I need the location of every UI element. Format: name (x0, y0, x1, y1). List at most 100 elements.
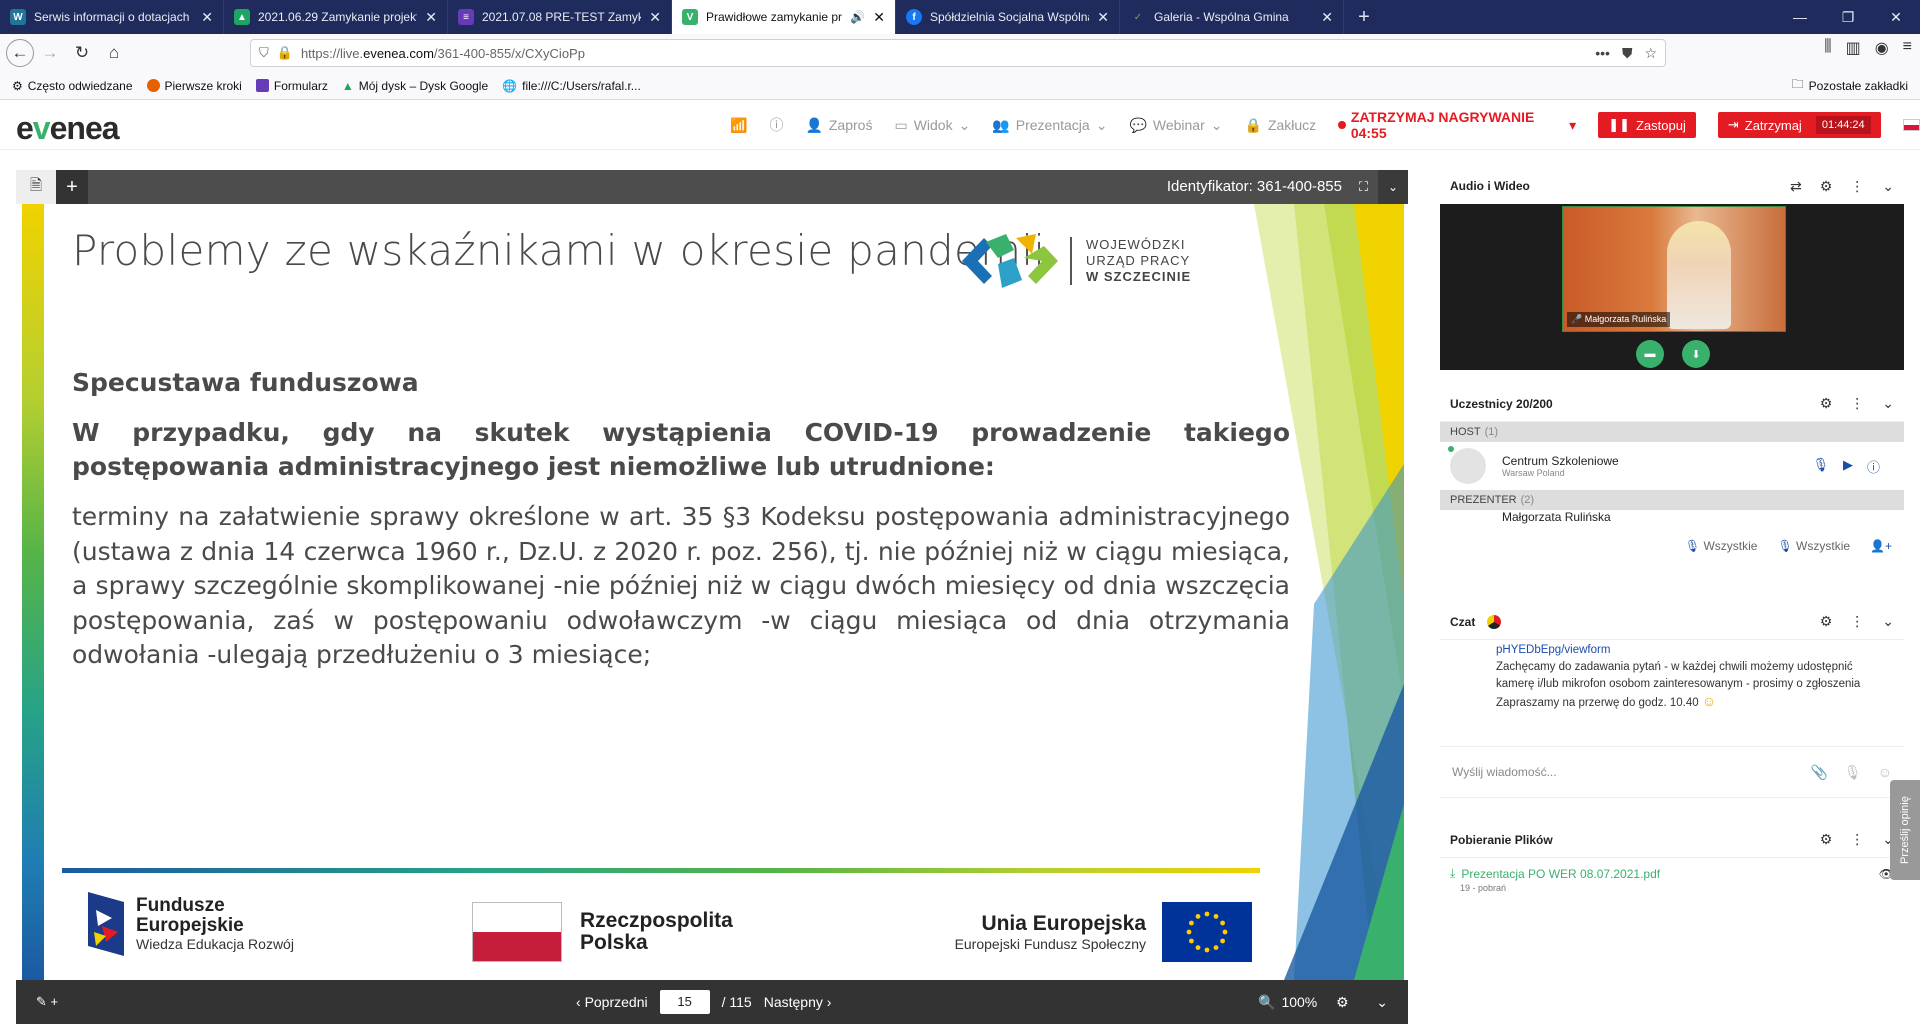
close-icon[interactable]: ✕ (873, 9, 885, 26)
more-vert-icon[interactable]: ⋮ (1850, 178, 1864, 195)
library-icon[interactable]: ⫼ (1824, 38, 1831, 58)
presentation-menu[interactable]: 👥 Prezentacja ⌄ (992, 117, 1107, 134)
bookmark-item[interactable]: ⚙ Często odwiedzane (12, 79, 133, 93)
minimize-icon[interactable]: — (1776, 0, 1824, 34)
lock-icon[interactable]: 🔒 (277, 45, 293, 61)
browser-tab[interactable]: W Serwis informacji o dotacjach u ✕ (0, 0, 224, 34)
info-icon[interactable]: ⓘ (1867, 457, 1880, 476)
browser-tab[interactable]: ≡2021.07.08 PRE-TEST Zamykani✕ (448, 0, 672, 34)
forward-button[interactable]: → (34, 38, 66, 68)
gear-icon[interactable]: ⚙ (1820, 178, 1833, 195)
gear-icon[interactable]: ⚙ (1820, 613, 1833, 630)
close-icon[interactable]: ✕ (201, 9, 213, 26)
more-icon[interactable]: ••• (1595, 45, 1610, 62)
close-icon[interactable]: ✕ (1321, 9, 1333, 26)
camera-all-button[interactable]: 🎙 Wszystkie (1777, 539, 1850, 553)
bookmark-item[interactable]: Formularz (255, 79, 328, 93)
document-tab[interactable]: 🗎 (16, 170, 56, 204)
menu-icon[interactable]: ≡ (1903, 38, 1912, 58)
bookmark-item[interactable]: ▲ Mój dysk – Dysk Google (342, 79, 488, 93)
file-download-link[interactable]: ⤓ Prezentacja PO WER 08.07.2021.pdf 👁 (1450, 866, 1894, 881)
close-icon[interactable]: ✕ (425, 9, 437, 26)
bookmark-item[interactable]: Pierwsze kroki (146, 79, 242, 93)
zoom-control[interactable]: 🔍 100% (1258, 980, 1317, 1024)
participant-row[interactable]: Małgorzata Rulińska (1440, 510, 1904, 526)
evenea-logo[interactable]: evenea (16, 110, 120, 147)
webinar-menu[interactable]: 💬 Webinar ⌄ (1129, 117, 1222, 134)
info-icon[interactable]: ⓘ (769, 115, 783, 135)
add-user-icon[interactable]: 👤+ (1870, 539, 1892, 553)
wifi-icon[interactable]: 📶 (730, 117, 747, 134)
close-window-icon[interactable]: ✕ (1872, 0, 1920, 34)
emoji-icon[interactable]: ☺ (1878, 764, 1892, 781)
shield-icon[interactable]: ⛉ (259, 45, 269, 61)
mute-all-button[interactable]: 🎙 Wszystkie (1685, 539, 1758, 553)
view-menu[interactable]: ▭ Widok ⌄ (894, 117, 970, 134)
chevron-down-icon[interactable]: ⌄ (1882, 395, 1894, 412)
participant-row[interactable]: Centrum Szkoleniowe Warsaw Poland 🎙 ▶ ⓘ (1440, 442, 1904, 490)
browser-tab[interactable]: ▲ 2021.06.29 Zamykanie projektó ✕ (224, 0, 448, 34)
group-presenter[interactable]: PREZENTER (2) (1440, 490, 1904, 510)
speaker-icon[interactable]: 🔊 (850, 10, 865, 24)
restore-icon[interactable]: ❐ (1824, 0, 1872, 34)
participant-video[interactable]: 🎤 Małgorzata Rulińska (1562, 206, 1786, 332)
more-vert-icon[interactable]: ⋮ (1850, 613, 1864, 630)
browser-tab[interactable]: ✓ Galeria - Wspólna Gmina ✕ (1120, 0, 1344, 34)
facebook-icon: f (906, 9, 922, 25)
chat-link[interactable]: pHYEDbEpg/viewform (1496, 642, 1864, 659)
new-tab-button[interactable]: + (1344, 0, 1384, 34)
add-document-button[interactable]: + (56, 170, 88, 204)
stop-recording-button[interactable]: ZATRZYMAJ NAGRYWANIE 04:55 ▾ (1338, 109, 1576, 141)
close-icon[interactable]: ✕ (649, 9, 661, 26)
more-vert-icon[interactable]: ⋮ (1850, 831, 1864, 848)
chevron-down-icon[interactable]: ⌄ (1882, 178, 1894, 195)
bookmark-item[interactable]: 🌐 file:///C:/Users/rafal.r... (502, 79, 641, 93)
page-input[interactable]: 15 (659, 990, 710, 1014)
camera-icon[interactable]: ▶ (1843, 457, 1853, 476)
collapse-icon[interactable]: ⌄ (1378, 170, 1408, 204)
gear-icon[interactable]: ⚙ (1336, 980, 1349, 1024)
next-button[interactable]: Następny › (764, 994, 832, 1010)
chat-input[interactable]: Wyślij wiadomość... 📎 🎙 ☺ (1440, 746, 1904, 798)
group-host[interactable]: HOST (1) (1440, 422, 1904, 442)
browser-tab-active[interactable]: V Prawidłowe zamykanie proj 🔊 ✕ (672, 0, 896, 34)
microphone-icon[interactable]: 🎙 (1844, 764, 1862, 781)
layout-icon: ▭ (894, 116, 908, 133)
gear-icon[interactable]: ⚙ (1820, 831, 1833, 848)
slide-body-paragraph: terminy na załatwienie sprawy określone … (72, 502, 1290, 669)
reload-button[interactable]: ↻ (66, 38, 98, 68)
annotate-button[interactable]: ✎ + (36, 980, 58, 1024)
other-bookmarks[interactable]: 🗀 Pozostałe zakładki (1792, 75, 1908, 96)
account-icon[interactable]: ◉ (1875, 38, 1889, 58)
attachment-icon[interactable]: 📎 (1810, 764, 1827, 781)
stop-button[interactable]: ⇥ Zatrzymaj 01:44:24 (1717, 112, 1881, 138)
download-icon[interactable]: ⬇ (1682, 340, 1710, 368)
microphone-icon[interactable]: 🎙 (1812, 457, 1829, 476)
close-icon[interactable]: ✕ (1097, 9, 1109, 26)
google-drive-icon: ▲ (234, 9, 250, 25)
more-vert-icon[interactable]: ⋮ (1850, 395, 1864, 412)
pause-button[interactable]: ❚❚ Zastopuj (1598, 112, 1696, 138)
language-flag-pl[interactable] (1902, 119, 1920, 131)
bookmark-star-icon[interactable]: ☆ (1644, 45, 1657, 62)
previous-button[interactable]: ‹ Poprzedni (576, 994, 648, 1010)
invite-button[interactable]: 👤 Zaproś (805, 117, 872, 134)
pocket-icon[interactable]: ⛊ (1622, 45, 1633, 62)
feedback-tab[interactable]: Prześlij opinię (1890, 780, 1920, 880)
home-button[interactable]: ⌂ (98, 38, 130, 68)
url-text[interactable]: https://live.evenea.com/361-400-855/x/CX… (301, 46, 585, 61)
end-button[interactable]: 🔒 Zakłucz (1245, 117, 1317, 134)
pause-icon: ❚❚ (1608, 117, 1630, 132)
chevron-down-icon[interactable]: ⌄ (1882, 613, 1894, 630)
url-bar[interactable]: ⛉ 🔒 https://live.evenea.com/361-400-855/… (250, 39, 1666, 67)
back-button[interactable]: ← (6, 39, 34, 67)
chevron-down-icon[interactable]: ⌄ (1376, 980, 1388, 1024)
browser-tab[interactable]: f Spółdzielnia Socjalna Wspólna ✕ (896, 0, 1120, 34)
sidebar-icon[interactable]: ▥ (1846, 38, 1861, 58)
camera-toggle-button[interactable]: ▬ (1636, 340, 1664, 368)
files-panel: Pobieranie Plików ⚙ ⋮ ⌄ ⤓ Prezentacja PO WE… (1440, 822, 1904, 1022)
gear-icon[interactable]: ⚙ (1820, 395, 1833, 412)
fullscreen-icon[interactable]: ⛶ (1359, 170, 1368, 204)
swap-icon[interactable]: ⇄ (1790, 178, 1802, 195)
participants-panel: Uczestnicy 20/200 ⚙ ⋮ ⌄ HOST (1) Centrum Sz… (1440, 386, 1904, 586)
